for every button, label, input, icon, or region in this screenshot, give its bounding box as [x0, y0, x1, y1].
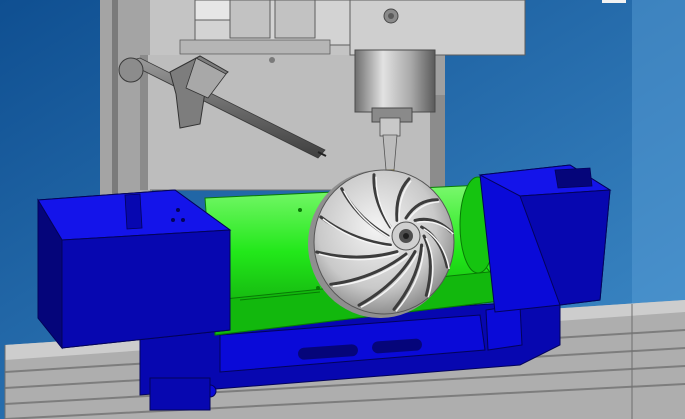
cad-3d-viewport[interactable] [0, 0, 685, 419]
left-trunnion [37, 189, 232, 350]
machine-scene [0, 0, 685, 419]
window-edge-marker [602, 0, 626, 3]
